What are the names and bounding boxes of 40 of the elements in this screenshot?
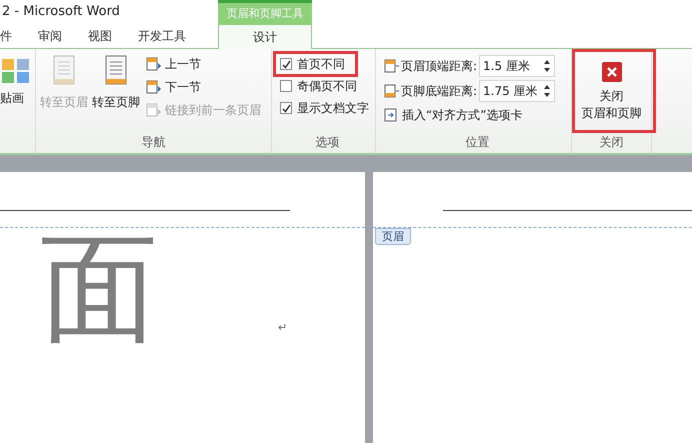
section-icon (146, 57, 162, 71)
checkbox[interactable] (280, 80, 292, 92)
margin-icon (384, 59, 399, 73)
clip-art-icon (0, 57, 32, 85)
page-icon (51, 55, 77, 87)
check-icon (282, 104, 290, 112)
option-checkbox[interactable]: 奇偶页不同 (280, 77, 357, 95)
window-title: 2 - Microsoft Word (1, 2, 121, 20)
section-icon (146, 80, 162, 94)
contextual-tab-header: 页眉和页脚工具 (218, 0, 312, 25)
close-icon (600, 61, 622, 83)
clip-art-button[interactable]: 贴画 (0, 89, 35, 107)
spinner-icon[interactable] (543, 58, 552, 74)
option-checkbox[interactable]: 首页不同 (273, 51, 358, 77)
checkbox[interactable] (280, 102, 292, 114)
option-checkbox[interactable]: 显示文档文字 (280, 99, 369, 117)
field-label: 页脚底端距离: (401, 83, 478, 100)
checkbox[interactable] (280, 58, 292, 70)
check-icon (282, 60, 290, 68)
spinner-icon[interactable] (543, 83, 552, 99)
group-label: 导航 (140, 134, 166, 151)
distance-field[interactable]: 1.75 厘米 (479, 80, 556, 102)
section-button[interactable]: 下一节 (146, 78, 261, 96)
group-label: 位置 (464, 134, 490, 151)
group-label: 关闭 (600, 134, 624, 151)
page-icon (103, 55, 129, 87)
section-button[interactable]: 上一节 (146, 55, 261, 73)
cover-text: 面 (40, 228, 158, 348)
field-label: 页眉顶端距离: (401, 58, 478, 75)
header-tag: 页眉 (375, 228, 411, 245)
group-label: 选项 (314, 134, 340, 151)
paragraph-mark: ↵ (278, 320, 288, 336)
close-header-footer-button[interactable]: 关闭 页眉和页脚 (582, 61, 642, 122)
insert-alignment-tab-button[interactable]: 插入“对齐方式”选项卡 (384, 106, 571, 124)
navigation-button[interactable]: 转至页脚 (92, 55, 140, 119)
insert-icon (384, 108, 398, 122)
margin-icon (384, 84, 399, 98)
ribbon-tab[interactable]: 设计 (218, 24, 312, 49)
distance-field[interactable]: 1.5 厘米 (479, 55, 556, 77)
section-icon (146, 103, 162, 117)
